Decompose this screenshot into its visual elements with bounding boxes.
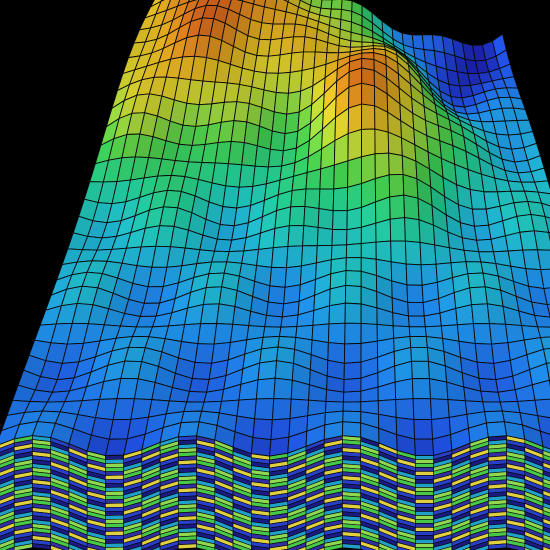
reservoir-grid-surface[interactable]	[0, 0, 550, 550]
3d-viewport[interactable]	[0, 0, 550, 550]
reservoir-top-surface	[0, 0, 550, 457]
